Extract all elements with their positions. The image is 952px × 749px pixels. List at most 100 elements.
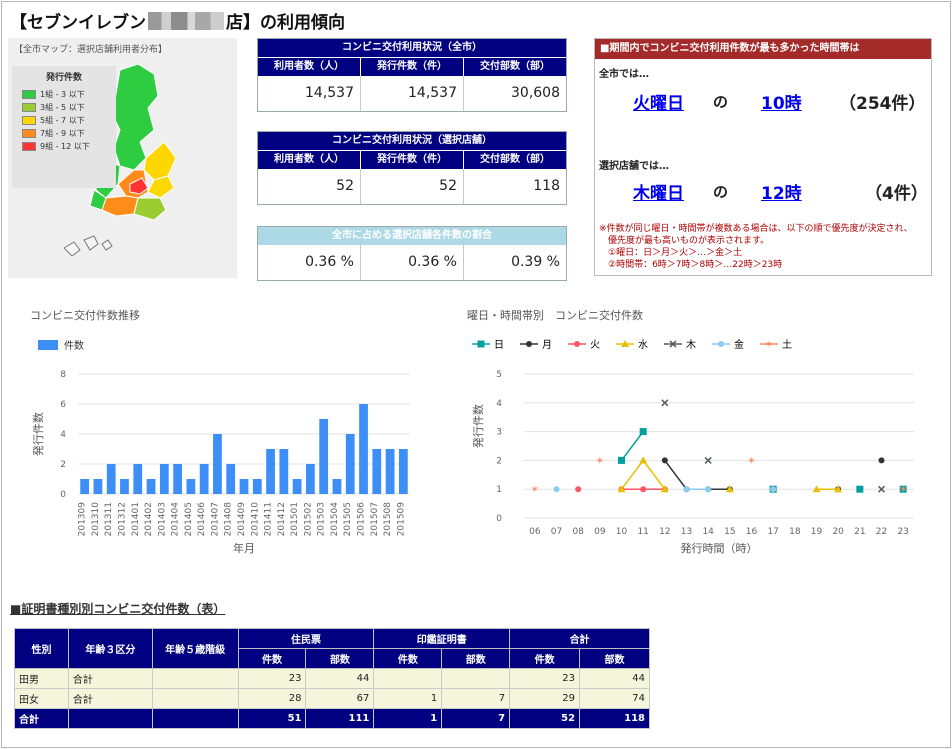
line-x-tick: 14: [702, 527, 714, 537]
line-x-tick: 20: [832, 527, 844, 537]
store-peak-hour-link[interactable]: 12時: [761, 179, 802, 204]
series-line: [620, 431, 644, 461]
bar-x-tick: 201508: [383, 502, 393, 537]
bar-201508: [385, 449, 395, 494]
th-count: 件数: [373, 648, 443, 669]
map-region-east: [143, 141, 177, 181]
store-name-redacted: [148, 11, 224, 30]
bar-201411: [266, 449, 275, 494]
line-x-tick: 13: [681, 527, 692, 537]
marker-star: ✶: [596, 456, 604, 467]
line-x-tick: 21: [854, 527, 865, 537]
bar-x-tick: 201505: [343, 502, 353, 536]
map-region-south: [101, 195, 139, 217]
value-cell: 67: [305, 688, 375, 709]
priority-note: ※件数が同じ曜日・時間帯が複数ある場合は、以下の順で優先度が決定され、 優先度が…: [599, 223, 913, 271]
value-cell: 44: [579, 668, 650, 689]
store-peak-day-link[interactable]: 木曜日: [633, 179, 684, 204]
peak-time-panel: ■期間内でコンビニ交付利用件数が最も多かった時間帯は 全市では… 火曜日 の 1…: [594, 38, 932, 276]
legend-swatch: [22, 103, 36, 112]
marker-star: ✶: [531, 485, 539, 496]
peak-title: ■期間内でコンビニ交付利用件数が最も多かった時間帯は: [595, 39, 931, 59]
bar-x-tick: 201506: [357, 502, 367, 537]
value-cell: 23: [237, 668, 307, 689]
city-label: 全市では…: [599, 69, 649, 80]
stats-ratio-title: 全市に占める選択店舗各件数の割合: [258, 227, 566, 245]
line-x-tick: 11: [637, 527, 648, 537]
legend-item-月: 月: [520, 339, 552, 351]
th-copies: 部数: [579, 648, 650, 669]
store-peak-count: （4件）: [865, 184, 928, 204]
bar-chart-title: コンビニ交付件数推移: [30, 309, 140, 322]
value-cell: 29: [509, 688, 581, 709]
bar-201309: [80, 479, 90, 494]
legend-swatch: [22, 116, 36, 125]
legend-label: 1組 - 3 以下: [40, 90, 85, 99]
marker-circle: [878, 457, 885, 464]
line-y-tick: 0: [496, 514, 502, 524]
series-水: [617, 456, 843, 493]
line-y-tick: 2: [496, 456, 502, 466]
value-cell: 7: [441, 688, 511, 709]
bar-x-tick: 201407: [210, 502, 220, 536]
value-issued: 14,537: [360, 76, 463, 111]
line-x-tick: 09: [594, 527, 606, 537]
value-cell: 23: [509, 668, 581, 689]
bar-x-tick: 201501: [290, 502, 300, 536]
map-legend-item: 7組 - 9 以下: [12, 127, 116, 140]
bar-x-tick: 201312: [117, 502, 127, 536]
series-line: [620, 459, 666, 490]
bar-x-tick: 201409: [237, 502, 247, 537]
line-x-tick: 06: [529, 527, 541, 537]
bar-x-tick: 201404: [171, 502, 181, 537]
bar-x-tick: 201402: [144, 502, 154, 536]
bar-201401: [133, 464, 143, 494]
bar-201503: [319, 419, 329, 494]
legend-item-土: ✶ 土: [760, 338, 792, 351]
city-peak-hour-link[interactable]: 10時: [761, 89, 802, 114]
legend-label: 日: [494, 340, 504, 351]
th-count: 件数: [237, 648, 307, 669]
legend-item-金: 金: [712, 338, 744, 351]
map-legend-item: 5組 - 7 以下: [12, 114, 116, 127]
value-cell: [373, 668, 443, 689]
line-x-tick: 15: [724, 527, 735, 537]
total-blank: [151, 708, 239, 729]
col-issued: 発行件数（件）: [360, 151, 463, 169]
gender-cell-female[interactable]: 田女: [14, 688, 69, 709]
legend-label: 9組 - 12 以下: [40, 142, 90, 151]
line-chart-legend: 日月火水木金 ✶ 土: [472, 338, 792, 351]
legend-label: 7組 - 9 以下: [40, 129, 85, 138]
legend-swatch: [22, 90, 36, 99]
legend-label: 3組 - 5 以下: [40, 103, 85, 112]
bar-201505: [345, 434, 355, 494]
age3-cell: 合計: [67, 688, 153, 709]
legend-label: 月: [542, 339, 552, 351]
ratio-users: 0.36 %: [305, 254, 354, 270]
marker-circle: [661, 457, 668, 464]
line-y-label: 発行件数: [471, 404, 485, 448]
marker-triangle: [639, 456, 648, 464]
total-cell: 52: [509, 708, 581, 729]
bar-chart[interactable]: 02468201309 201310 201311 201312 201401 20140…: [20, 362, 440, 562]
city-peak-day-link[interactable]: 火曜日: [633, 89, 684, 114]
th-group-resident: 住民票: [237, 628, 375, 649]
line-y-tick: 5: [496, 370, 502, 380]
line-chart[interactable]: 01234506 07 08 09 10 11 12 13 14 15 16 17 18 19 20 21 22…: [466, 362, 926, 562]
map-island-2: [83, 235, 99, 251]
marker-square: [477, 340, 485, 348]
bar-x-tick: 201309: [78, 502, 88, 537]
series-木: [661, 399, 886, 493]
note-line: 優先度が最も高いものが表示されます。: [599, 236, 770, 246]
bar-201410: [252, 479, 262, 494]
line-x-tick: 10: [616, 527, 628, 537]
store-label: 選択店舗では…: [599, 161, 669, 172]
title-prefix: 【セブンイレブン: [10, 13, 146, 33]
th-count: 件数: [509, 648, 581, 669]
col-issued: 発行件数（件）: [360, 58, 463, 76]
marker-star: ✶: [747, 456, 755, 467]
map-region-east2: [147, 175, 175, 199]
gender-cell-male[interactable]: 田男: [14, 668, 69, 689]
bar-201311: [106, 464, 116, 494]
line-x-tick: 22: [876, 527, 887, 537]
